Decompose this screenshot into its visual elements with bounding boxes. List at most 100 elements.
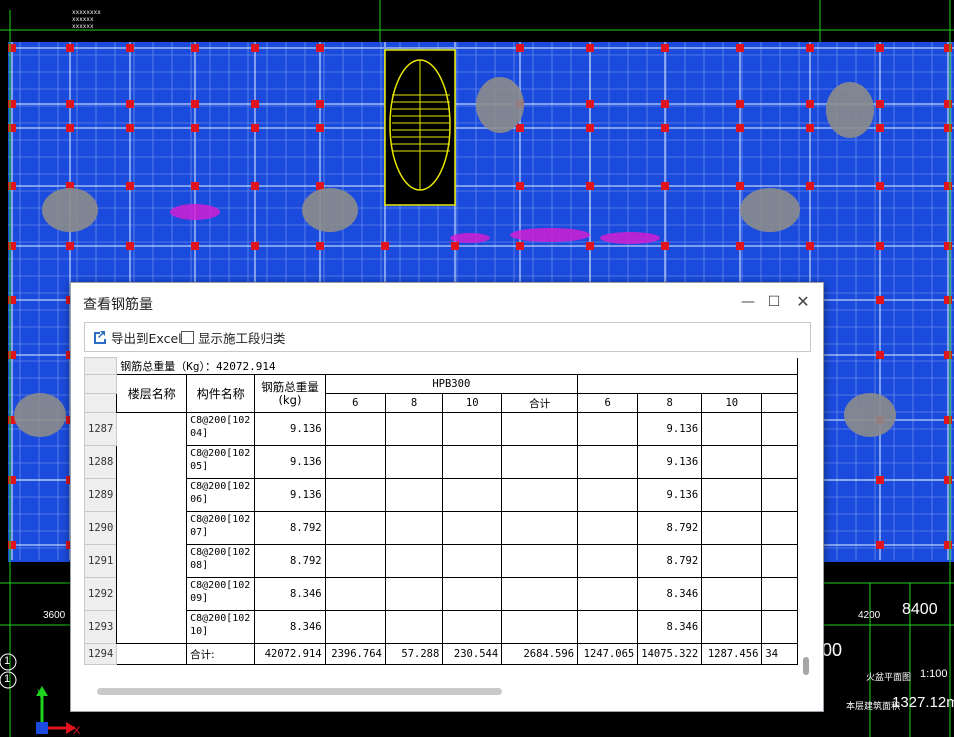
dialog-toolbar: 导出到Excel 显示施工段归类	[84, 322, 811, 352]
cad-drawing-title: 火盆平面图	[866, 672, 912, 682]
g2-8-cell: 8.346	[637, 610, 703, 644]
table-cell	[442, 412, 503, 446]
header-g2-6: 6	[577, 393, 639, 413]
table-cell	[501, 478, 579, 512]
header-hpb300: HPB300	[324, 374, 579, 394]
table-cell	[501, 445, 579, 479]
table-cell	[116, 643, 188, 665]
table-cell	[577, 610, 639, 644]
header-hpb-6: 6	[324, 393, 386, 413]
rebar-quantity-dialog: 查看钢筋量 — ☐ ✕ 导出到Excel 显示施工段归类 钢筋总重量（Kg）：4…	[70, 282, 824, 712]
table-cell	[324, 544, 386, 578]
row-number: 1290	[84, 511, 118, 545]
g2-8-cell: 9.136	[637, 445, 703, 479]
dialog-titlebar[interactable]: 查看钢筋量 — ☐ ✕	[71, 283, 823, 321]
total-weight-label: 钢筋总重量（Kg）：42072.914	[116, 357, 798, 375]
sum-total: 42072.914	[254, 643, 326, 665]
row-number: 1288	[84, 445, 118, 479]
maximize-icon[interactable]: ☐	[763, 291, 785, 313]
sum-hpb-6: 2396.764	[324, 643, 386, 665]
sum-g2-next: 34	[761, 643, 798, 665]
header-g2-next	[761, 393, 798, 413]
table-cell	[577, 544, 639, 578]
header-hpb-sum: 合计	[501, 393, 579, 413]
total-weight-cell: 8.792	[254, 511, 326, 545]
cad-note-2: xxxxxx	[72, 16, 94, 23]
table-cell	[501, 610, 579, 644]
table-row[interactable]: 1292 C8@200[10209] 8.346 8.346	[84, 577, 798, 611]
cad-note-1: xxxxxxxx	[72, 9, 101, 16]
minimize-icon[interactable]: —	[737, 291, 759, 313]
dialog-title: 查看钢筋量	[83, 297, 153, 313]
total-weight-cell: 9.136	[254, 412, 326, 446]
cad-dim-3600: 3600	[43, 610, 66, 621]
table-cell	[701, 544, 763, 578]
cad-note-3: xxxxxx	[72, 23, 94, 30]
horizontal-scrollbar[interactable]	[97, 688, 502, 695]
vertical-scrollbar[interactable]	[801, 357, 811, 677]
header-total-weight: 钢筋总重量(kg)	[254, 374, 326, 413]
cad-area-value: 1327.12m	[892, 694, 954, 711]
table-cell	[324, 577, 386, 611]
total-weight-cell: 8.346	[254, 610, 326, 644]
row-number: 1287	[84, 412, 118, 446]
table-cell	[701, 478, 763, 512]
g2-8-cell: 8.346	[637, 577, 703, 611]
component-name: C8@200[10206]	[186, 478, 256, 512]
cad-dim-8400: 8400	[902, 601, 938, 618]
sum-g2-10: 1287.456	[701, 643, 763, 665]
row-number: 1294	[84, 643, 118, 665]
table-cell	[442, 577, 503, 611]
total-weight-cell: 9.136	[254, 478, 326, 512]
header-hpb-10: 10	[442, 393, 503, 413]
total-weight-cell: 9.136	[254, 445, 326, 479]
table-cell	[577, 577, 639, 611]
table-cell	[761, 577, 798, 611]
svg-text:X: X	[73, 725, 81, 737]
sum-hpb-8: 57.288	[384, 643, 444, 665]
row-header-cell	[84, 357, 118, 375]
cad-axis-bubble-1: 1	[4, 655, 11, 667]
sum-g2-6: 1247.065	[577, 643, 639, 665]
checkbox-box[interactable]	[181, 330, 194, 344]
table-cell	[384, 577, 444, 611]
export-excel-button[interactable]: 导出到Excel	[91, 328, 182, 346]
table-cell	[384, 412, 444, 446]
component-name: C8@200[10207]	[186, 511, 256, 545]
table-cell	[577, 412, 639, 446]
cad-axis-bubble-2: 1	[4, 673, 11, 685]
close-icon[interactable]: ✕	[792, 291, 814, 313]
table-cell	[384, 511, 444, 545]
table-cell	[761, 544, 798, 578]
rebar-table[interactable]: 钢筋总重量（Kg）：42072.914 楼层名称 构件名称 钢筋总重量(kg) …	[84, 357, 798, 665]
table-cell	[577, 511, 639, 545]
header-group2	[577, 374, 798, 394]
sum-label: 合计:	[186, 643, 256, 665]
g2-8-cell: 9.136	[637, 412, 703, 446]
table-cell	[761, 478, 798, 512]
table-row[interactable]: 1290 C8@200[10207] 8.792 8.792	[84, 511, 798, 545]
table-cell	[577, 478, 639, 512]
export-excel-label: 导出到Excel	[111, 330, 182, 346]
table-row[interactable]: 1288 C8@200[10205] 9.136 9.136	[84, 445, 798, 479]
header-g2-10: 10	[701, 393, 763, 413]
table-cell	[324, 478, 386, 512]
total-weight-cell: 8.346	[254, 577, 326, 611]
table-row[interactable]: 1287 C8@200[10204] 9.136 9.136	[84, 412, 798, 644]
header-floor: 楼层名称	[116, 374, 188, 413]
cad-scale: 1:100	[920, 668, 948, 680]
table-cell	[577, 445, 639, 479]
header-g2-8: 8	[637, 393, 703, 413]
table-row[interactable]: 1293 C8@200[10210] 8.346 8.346	[84, 610, 798, 644]
show-stage-checkbox[interactable]: 显示施工段归类	[181, 328, 286, 346]
table-row[interactable]: 1289 C8@200[10206] 9.136 9.136	[84, 478, 798, 512]
table-cell	[442, 544, 503, 578]
table-cell	[501, 511, 579, 545]
table-row[interactable]: 1291 C8@200[10208] 8.792 8.792	[84, 544, 798, 578]
show-stage-label: 显示施工段归类	[198, 330, 286, 346]
table-cell	[324, 445, 386, 479]
sum-g2-8: 14075.322	[637, 643, 703, 665]
sum-hpb-10: 230.544	[442, 643, 503, 665]
table-cell	[761, 445, 798, 479]
table-cell	[701, 610, 763, 644]
